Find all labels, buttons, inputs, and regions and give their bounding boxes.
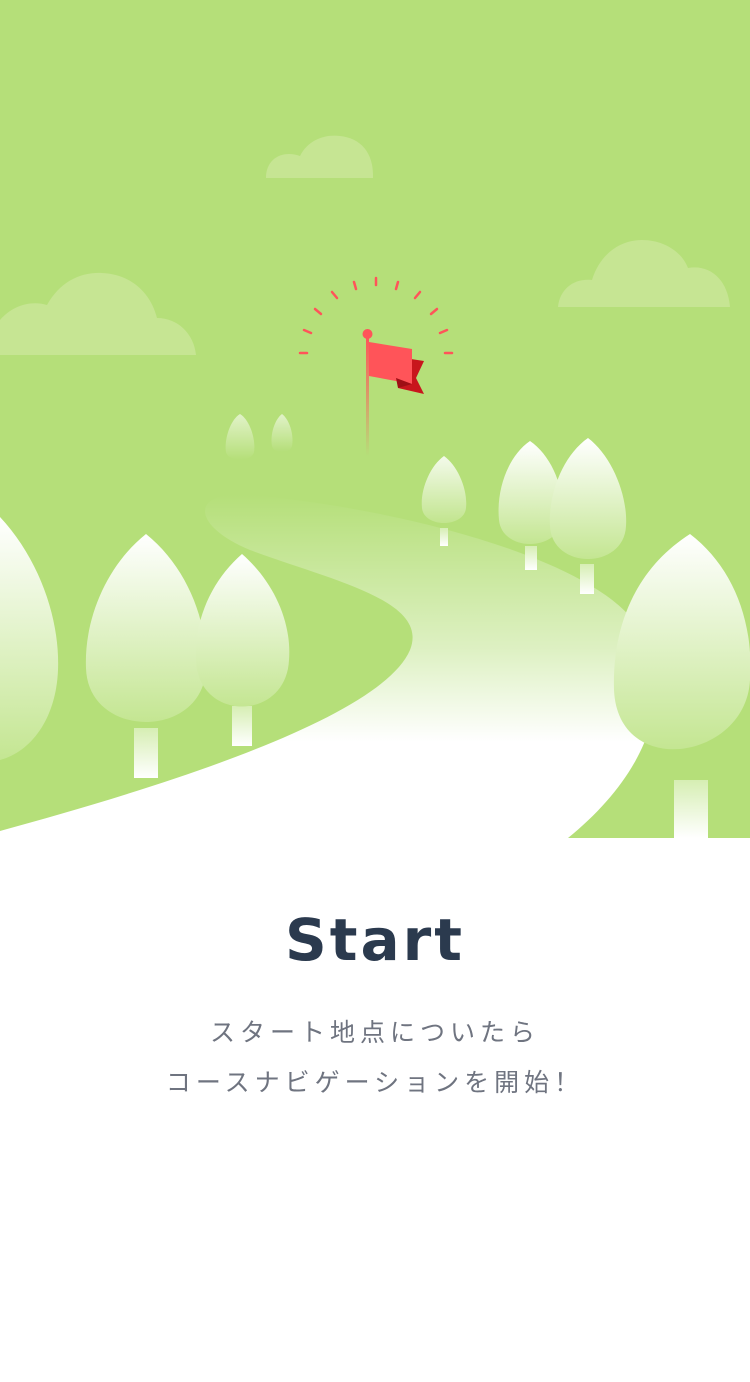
- description-line: コースナビゲーションを開始！: [165, 1068, 585, 1097]
- description-text: スタート地点についたら コースナビゲーションを開始！: [0, 1008, 750, 1108]
- start-illustration: [0, 0, 750, 838]
- page-title: Start: [285, 906, 465, 974]
- description-line: スタート地点についたら: [209, 1018, 540, 1047]
